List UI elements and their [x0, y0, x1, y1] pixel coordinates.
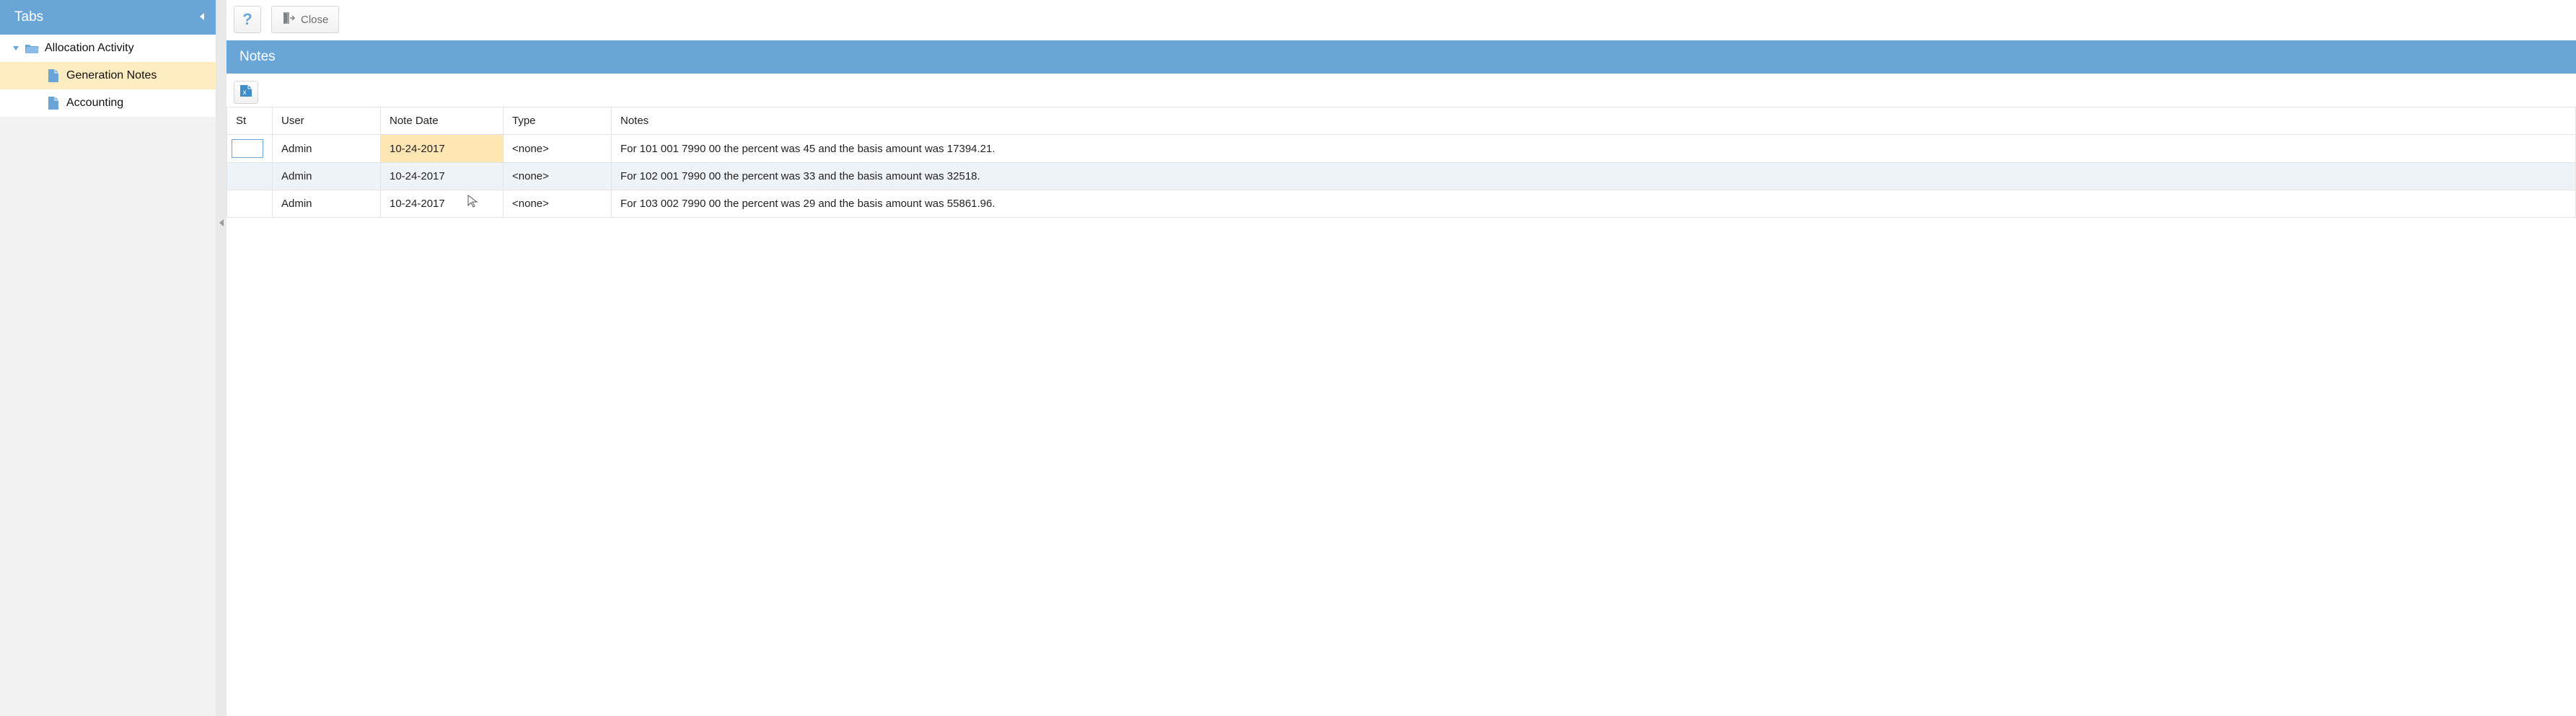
cell-st[interactable]	[227, 163, 273, 190]
sidebar-header: Tabs	[0, 0, 216, 35]
splitter-collapse-icon[interactable]	[216, 213, 227, 233]
toolbar: ? Close	[227, 0, 2576, 40]
cell-notes[interactable]: For 103 002 7990 00 the percent was 29 a…	[612, 190, 2576, 218]
cell-type[interactable]: <none>	[504, 135, 612, 163]
door-exit-icon	[282, 12, 295, 27]
sidebar-empty-area	[0, 117, 216, 716]
close-button-label: Close	[301, 14, 328, 26]
cell-note-date[interactable]: 10-24-2017	[381, 190, 504, 218]
mouse-cursor-icon	[467, 195, 478, 208]
cell-note-date[interactable]: 10-24-2017	[381, 163, 504, 190]
col-header-st[interactable]: St	[227, 107, 273, 135]
grid-toolbar: x	[227, 76, 2576, 107]
tree-item-label: Accounting	[66, 97, 123, 110]
splitter[interactable]	[216, 0, 227, 716]
row-selection-marker	[232, 139, 263, 158]
sidebar-collapse-icon[interactable]	[198, 9, 206, 25]
col-header-notedate[interactable]: Note Date	[381, 107, 504, 135]
file-icon	[46, 68, 61, 83]
tree-item-label: Allocation Activity	[45, 42, 134, 55]
close-button[interactable]: Close	[271, 6, 339, 33]
notes-table: St User Note Date Type Notes Admin 10-24…	[227, 107, 2576, 218]
cell-note-date-text: 10-24-2017	[390, 198, 445, 210]
cell-type[interactable]: <none>	[504, 163, 612, 190]
folder-open-icon	[25, 41, 39, 56]
panel-title: Notes	[239, 49, 276, 64]
cell-notes[interactable]: For 102 001 7990 00 the percent was 33 a…	[612, 163, 2576, 190]
cell-user[interactable]: Admin	[273, 190, 381, 218]
col-header-type[interactable]: Type	[504, 107, 612, 135]
tree-item-generation-notes[interactable]: Generation Notes	[0, 62, 216, 89]
col-header-notes[interactable]: Notes	[612, 107, 2576, 135]
cell-notes[interactable]: For 101 001 7990 00 the percent was 45 a…	[612, 135, 2576, 163]
col-header-user[interactable]: User	[273, 107, 381, 135]
svg-text:x: x	[243, 89, 247, 97]
tree-item-label: Generation Notes	[66, 69, 157, 82]
table-row[interactable]: Admin 10-24-2017 <none> For 102 001 7990…	[227, 163, 2576, 190]
tree-item-accounting[interactable]: Accounting	[0, 89, 216, 117]
sidebar: Tabs Allocation Activity Generation Note…	[0, 0, 216, 716]
cell-st[interactable]	[227, 190, 273, 218]
export-excel-button[interactable]: x	[234, 81, 258, 104]
cell-type[interactable]: <none>	[504, 190, 612, 218]
help-button[interactable]: ?	[234, 6, 261, 33]
main: ? Close Notes x	[227, 0, 2576, 716]
sidebar-title: Tabs	[14, 9, 43, 25]
table-row[interactable]: Admin 10-24-2017 <none> For 101 001 7990…	[227, 135, 2576, 163]
cell-note-date[interactable]: 10-24-2017	[381, 135, 504, 163]
nav-tree: Allocation Activity Generation Notes Acc…	[0, 35, 216, 117]
help-icon: ?	[242, 12, 252, 27]
panel-header: Notes	[227, 40, 2576, 74]
cell-user[interactable]: Admin	[273, 163, 381, 190]
tree-item-allocation-activity[interactable]: Allocation Activity	[0, 35, 216, 62]
cell-st[interactable]	[227, 135, 273, 163]
cell-user[interactable]: Admin	[273, 135, 381, 163]
excel-icon: x	[239, 84, 252, 100]
table-header-row: St User Note Date Type Notes	[227, 107, 2576, 135]
caret-down-icon[interactable]	[12, 44, 20, 53]
file-icon	[46, 96, 61, 110]
table-row[interactable]: Admin 10-24-2017 <none> For 103 002 7990…	[227, 190, 2576, 218]
